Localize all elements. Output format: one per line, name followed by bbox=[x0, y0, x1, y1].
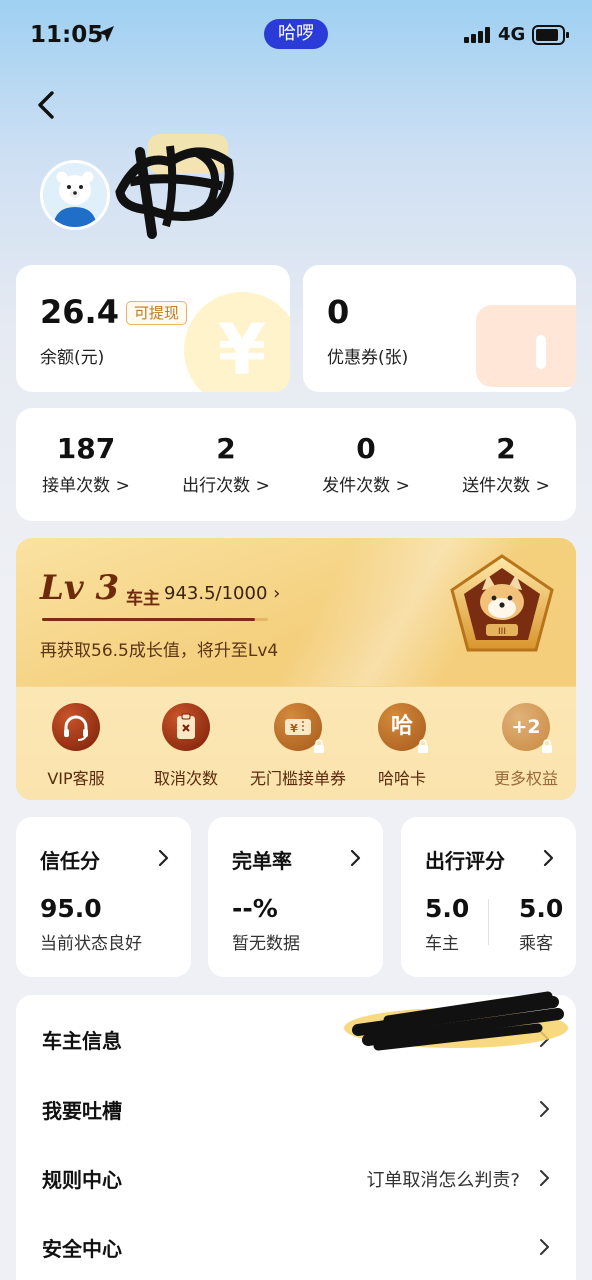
trust-score-card[interactable]: 信任分 95.0 当前状态良好 bbox=[16, 817, 191, 977]
headset-icon bbox=[52, 703, 100, 751]
menu-row-label: 我要吐槽 bbox=[42, 1099, 122, 1123]
level-suffix: 车主 bbox=[126, 589, 160, 609]
trip-counts-card: 187 接单次数 > 2 出行次数 > 0 发件次数 > 2 送件次数 > bbox=[16, 408, 576, 521]
withdraw-badge[interactable]: 可提现 bbox=[126, 301, 188, 325]
count-value: 187 bbox=[56, 432, 116, 465]
level-title: Lv 3 bbox=[40, 568, 120, 608]
completion-rate-value: --% bbox=[232, 894, 278, 923]
lock-icon bbox=[418, 739, 428, 753]
driver-rating-value: 5.0 bbox=[425, 894, 470, 923]
level-progress-link[interactable]: 943.5/1000 › bbox=[164, 583, 280, 604]
status-bar: 11:05 哈啰 4G bbox=[0, 0, 592, 70]
trip-rating-title: 出行评分 bbox=[425, 849, 505, 873]
app-indicator-pill[interactable]: 哈啰 bbox=[264, 19, 328, 49]
svg-text:¥: ¥ bbox=[290, 722, 298, 735]
completion-rate-title: 完单率 bbox=[232, 849, 292, 873]
yen-ticket-icon: ¥ bbox=[274, 703, 324, 753]
menu-row-label: 车主信息 bbox=[42, 1029, 122, 1053]
trust-score-title: 信任分 bbox=[40, 849, 100, 873]
count-label: 出行次数 > bbox=[182, 476, 270, 496]
perk-label: 哈哈卡 bbox=[377, 769, 426, 788]
perk-cancel-count[interactable]: 取消次数 bbox=[126, 703, 246, 789]
avatar[interactable] bbox=[40, 160, 110, 230]
level-badge-icon: III bbox=[450, 554, 554, 652]
driver-rating-label: 车主 bbox=[425, 934, 459, 954]
perks-row: VIP客服 取消次数 ¥ 无门槛接单券 哈 哈哈卡 +2 更多权益 bbox=[16, 686, 576, 800]
level-progress-text: 943.5/1000 bbox=[164, 583, 268, 604]
balance-card[interactable]: ¥ 26.4 可提现 余额(元) bbox=[16, 265, 290, 392]
perk-haha-card[interactable]: 哈 哈哈卡 bbox=[342, 703, 462, 789]
lock-icon bbox=[542, 739, 552, 753]
menu-row-rules-center[interactable]: 规则中心 订单取消怎么判责? bbox=[16, 1140, 576, 1210]
trip-rating-card[interactable]: 出行评分 5.0 车主 5.0 乘客 bbox=[401, 817, 576, 977]
count-parcels-delivered[interactable]: 2 送件次数 > bbox=[436, 432, 576, 496]
perk-free-coupon[interactable]: ¥ 无门槛接单券 bbox=[238, 703, 358, 789]
trust-score-desc: 当前状态良好 bbox=[40, 934, 142, 954]
ha-card-glyph: 哈 bbox=[390, 714, 413, 739]
bear-avatar-icon bbox=[43, 163, 107, 227]
coupon-card[interactable]: 0 优惠券(张) bbox=[303, 265, 576, 392]
balance-amount: 26.4 bbox=[40, 293, 119, 331]
coupon-label: 优惠券(张) bbox=[327, 348, 409, 368]
chevron-right-icon bbox=[540, 1239, 549, 1255]
battery-icon bbox=[532, 25, 569, 45]
chevron-right-icon bbox=[540, 1101, 549, 1117]
perk-label: 无门槛接单券 bbox=[249, 769, 346, 788]
level-progress-bar bbox=[42, 618, 268, 621]
level-progress-fill bbox=[42, 618, 256, 621]
trust-score-value: 95.0 bbox=[40, 894, 102, 923]
clipboard-x-icon bbox=[162, 703, 210, 751]
count-parcels-sent[interactable]: 0 发件次数 > bbox=[296, 432, 436, 496]
count-value: 2 bbox=[216, 432, 236, 465]
chevron-right-icon bbox=[158, 849, 169, 867]
back-icon[interactable] bbox=[32, 88, 62, 122]
ha-card-icon: 哈 bbox=[378, 703, 428, 753]
lock-icon bbox=[314, 739, 324, 753]
status-time: 11:05 bbox=[30, 22, 104, 48]
svg-text:III: III bbox=[498, 627, 506, 637]
count-label: 发件次数 > bbox=[322, 476, 410, 496]
redacted-info-scribble bbox=[344, 991, 568, 1051]
level-tip: 再获取56.5成长值，将升至Lv4 bbox=[40, 641, 279, 661]
chevron-right-icon bbox=[543, 849, 554, 867]
count-value: 0 bbox=[356, 432, 376, 465]
count-value: 2 bbox=[496, 432, 516, 465]
coupon-count: 0 bbox=[327, 293, 350, 331]
completion-rate-card[interactable]: 完单率 --% 暂无数据 bbox=[208, 817, 383, 977]
signal-icon bbox=[464, 27, 490, 43]
count-orders-accepted[interactable]: 187 接单次数 > bbox=[16, 432, 156, 496]
chevron-right-icon bbox=[540, 1170, 549, 1186]
count-label: 送件次数 > bbox=[462, 476, 550, 496]
menu-row-safety-center[interactable]: 安全中心 bbox=[16, 1209, 576, 1279]
network-type: 4G bbox=[498, 24, 526, 45]
count-trips[interactable]: 2 出行次数 > bbox=[156, 432, 296, 496]
balance-label: 余额(元) bbox=[40, 348, 105, 368]
plus-two-icon: +2 bbox=[502, 703, 552, 753]
yen-decoration-icon: ¥ bbox=[184, 292, 290, 392]
driver-level-card[interactable]: Lv 3 车主 943.5/1000 › 再获取56.5成长值，将升至Lv4 I… bbox=[16, 538, 576, 800]
count-label: 接单次数 > bbox=[42, 476, 130, 496]
location-arrow-icon bbox=[98, 26, 114, 42]
menu-row-hint: 订单取消怎么判责? bbox=[366, 1170, 520, 1191]
coupon-decoration-icon bbox=[476, 305, 576, 387]
perk-label: VIP客服 bbox=[47, 769, 105, 788]
menu-row-feedback[interactable]: 我要吐槽 bbox=[16, 1071, 576, 1141]
passenger-rating-value: 5.0 bbox=[519, 894, 564, 923]
menu-row-label: 安全中心 bbox=[42, 1237, 122, 1261]
chevron-right-icon bbox=[350, 849, 361, 867]
rating-divider bbox=[488, 899, 489, 945]
menu-row-label: 规则中心 bbox=[42, 1168, 122, 1192]
redacted-username-scribble bbox=[115, 134, 234, 239]
perk-label: 更多权益 bbox=[493, 769, 558, 788]
perk-vip-service[interactable]: VIP客服 bbox=[16, 703, 136, 789]
passenger-rating-label: 乘客 bbox=[519, 934, 553, 954]
perk-label: 取消次数 bbox=[153, 769, 218, 788]
plus-two-glyph: +2 bbox=[511, 716, 541, 738]
completion-rate-desc: 暂无数据 bbox=[232, 934, 300, 954]
perk-more-benefits[interactable]: +2 更多权益 bbox=[466, 703, 576, 789]
